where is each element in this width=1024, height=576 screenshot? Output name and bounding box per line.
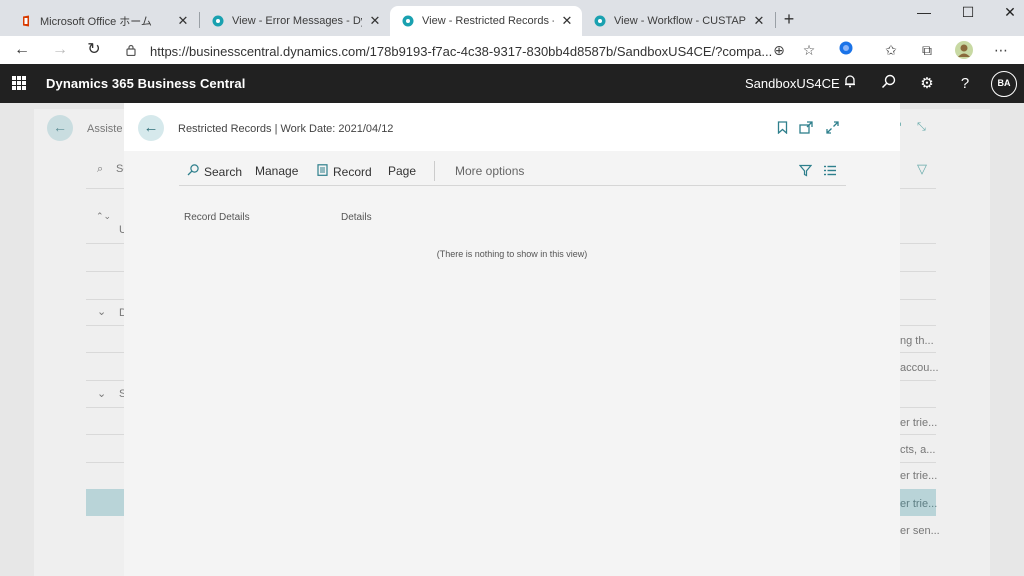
environment-name[interactable]: SandboxUS4CE	[745, 76, 840, 91]
background-search-icon: ⌕	[97, 163, 104, 175]
tab-close-icon[interactable]: ✕	[560, 13, 574, 29]
browser-tab-strip: Microsoft Office ホーム ✕ View - Error Mess…	[0, 0, 1024, 36]
background-row-text: ng th...	[900, 335, 934, 347]
list-view-icon[interactable]	[822, 164, 838, 179]
search-button[interactable]: Search	[187, 164, 242, 179]
search-label: Search	[204, 164, 243, 179]
background-row-text: er sen...	[900, 525, 940, 537]
avatar[interactable]: BA	[991, 71, 1017, 97]
back-button[interactable]: ←	[138, 115, 164, 141]
help-icon[interactable]: ?	[955, 74, 975, 94]
gear-icon[interactable]: ⚙	[917, 74, 937, 94]
background-chevron-icon: ⌃⌄	[96, 211, 112, 221]
action-bar: Search Manage Record Page More options	[179, 156, 846, 186]
arrow-left-icon: ←	[143, 119, 159, 136]
document-icon	[317, 164, 328, 179]
restricted-records-dialog: ← Restricted Records | Work Date: 2021/0…	[124, 103, 900, 576]
background-title: Assiste	[87, 123, 123, 135]
profile-avatar-icon[interactable]	[955, 41, 973, 59]
browser-tab-restricted-records[interactable]: View - Restricted Records - Dyna ✕	[390, 6, 582, 36]
bc-icon	[594, 15, 606, 27]
page-label: Page	[388, 164, 417, 178]
more-options-button[interactable]: More options	[455, 164, 524, 178]
app-name[interactable]: Dynamics 365 Business Central	[46, 76, 245, 91]
bc-icon	[212, 15, 224, 27]
minimize-button[interactable]: —	[916, 4, 932, 20]
extension-icon[interactable]	[837, 41, 855, 59]
more-options-label: More options	[455, 164, 525, 178]
tab-title: Microsoft Office ホーム	[40, 16, 152, 28]
column-header-details[interactable]: Details	[341, 212, 372, 223]
background-chevron-icon: ⌄	[97, 306, 107, 318]
lock-icon	[126, 44, 142, 59]
bell-icon[interactable]	[840, 74, 860, 94]
page-button[interactable]: Page	[388, 164, 416, 178]
page-title: Restricted Records | Work Date: 2021/04/…	[178, 123, 394, 135]
close-window-button[interactable]: ✕	[1002, 4, 1018, 21]
empty-list-message: (There is nothing to show in this view)	[436, 249, 588, 259]
tab-divider	[775, 12, 776, 28]
tab-close-icon[interactable]: ✕	[752, 13, 766, 29]
forward-icon[interactable]: →	[50, 40, 70, 60]
maximize-button[interactable]: ☐	[960, 4, 976, 21]
browser-address-row: ← → ↻ https://businesscentral.dynamics.c…	[0, 36, 1024, 64]
bc-icon	[402, 15, 414, 27]
search-icon[interactable]	[878, 74, 898, 94]
collections-icon[interactable]: ⧉	[918, 41, 936, 59]
app-header: Dynamics 365 Business Central SandboxUS4…	[0, 64, 1024, 103]
filter-icon[interactable]	[797, 164, 813, 180]
back-icon[interactable]: ←	[12, 40, 32, 60]
bookmark-icon[interactable]	[774, 121, 790, 137]
refresh-icon[interactable]: ↻	[84, 40, 104, 60]
manage-label: Manage	[255, 164, 299, 178]
column-header-record-details[interactable]: Record Details	[184, 212, 250, 223]
browser-tab-office[interactable]: Microsoft Office ホーム ✕	[8, 6, 198, 36]
background-back-icon: ←	[47, 115, 73, 141]
dialog-header: ← Restricted Records | Work Date: 2021/0…	[124, 103, 900, 151]
favorite-star-icon[interactable]: ☆	[800, 41, 818, 59]
address-bar[interactable]: https://businesscentral.dynamics.com/178…	[126, 41, 826, 61]
background-chevron-icon: ⌄	[97, 388, 107, 400]
background-row-text: accou...	[900, 362, 939, 374]
tab-title: View - Error Messages - Dynamic	[232, 15, 362, 27]
tab-close-icon[interactable]: ✕	[368, 13, 382, 29]
background-row-text: er trie...	[900, 417, 938, 429]
url-text: https://businesscentral.dynamics.com/178…	[150, 43, 773, 59]
add-icon[interactable]: ⊕	[770, 41, 788, 59]
browser-tab-workflow[interactable]: View - Workflow - CUSTAPW-01 ✕	[582, 6, 774, 36]
tab-title: View - Restricted Records - Dyna	[422, 15, 554, 27]
expand-icon[interactable]	[824, 121, 840, 137]
manage-button[interactable]: Manage	[255, 164, 298, 178]
background-row-text: er trie...	[900, 470, 938, 482]
tab-close-icon[interactable]: ✕	[176, 13, 190, 29]
record-button[interactable]: Record	[317, 164, 372, 179]
tab-title: View - Workflow - CUSTAPW-01	[614, 15, 746, 27]
favorites-icon[interactable]: ✩	[882, 41, 900, 59]
app-launcher-icon[interactable]	[12, 76, 26, 90]
background-filter-icon: ▽	[917, 161, 927, 176]
background-collapse-icon: ⤡	[917, 121, 926, 133]
background-row-text: cts, a...	[900, 444, 936, 456]
background-row-text: er trie...	[900, 498, 938, 510]
search-icon	[187, 164, 199, 179]
browser-tab-error-messages[interactable]: View - Error Messages - Dynamic ✕	[200, 6, 390, 36]
new-tab-button[interactable]: +	[780, 10, 798, 28]
more-menu-icon[interactable]: ⋯	[992, 41, 1010, 59]
office-icon	[20, 15, 32, 27]
record-label: Record	[333, 164, 372, 179]
open-new-window-icon[interactable]	[798, 121, 814, 137]
action-divider	[434, 161, 435, 181]
